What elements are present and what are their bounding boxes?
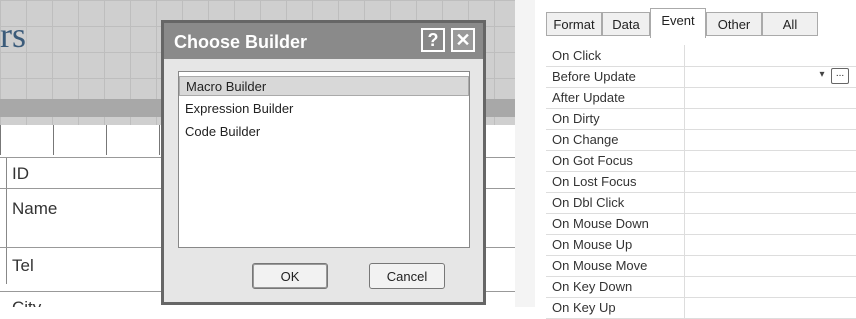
property-value[interactable] [684, 108, 856, 129]
property-value[interactable] [684, 45, 856, 66]
property-value[interactable] [684, 234, 856, 255]
row-on-key-down[interactable]: On Key Down [546, 276, 856, 298]
form-header-title[interactable]: rs [0, 14, 26, 56]
row-on-got-focus[interactable]: On Got Focus [546, 150, 856, 172]
property-value[interactable] [684, 171, 856, 192]
property-label: After Update [552, 90, 625, 105]
builder-item-code[interactable]: Code Builder [183, 122, 471, 142]
property-tabs: Format Data Event Other All [546, 8, 856, 38]
field-edge [6, 248, 7, 284]
row-on-mouse-down[interactable]: On Mouse Down [546, 213, 856, 235]
builder-ellipsis-button[interactable]: ... [831, 68, 849, 84]
property-label: On Key Up [552, 300, 616, 315]
property-label: On Dbl Click [552, 195, 625, 210]
property-sheet: Format Data Event Other All On Click Bef… [536, 0, 856, 319]
dialog-titlebar[interactable]: Choose Builder ? ✕ [164, 23, 483, 59]
property-label: On Mouse Up [552, 237, 633, 252]
field-edge [6, 158, 7, 188]
chevron-down-icon[interactable]: ▾ [816, 68, 828, 82]
ok-button[interactable]: OK [252, 263, 328, 289]
property-label: On Click [552, 48, 602, 63]
close-icon[interactable]: ✕ [451, 28, 475, 52]
help-icon[interactable]: ? [421, 28, 445, 52]
row-on-mouse-up[interactable]: On Mouse Up [546, 234, 856, 256]
field-label-tel[interactable]: Tel [12, 256, 34, 276]
row-on-mouse-move[interactable]: On Mouse Move [546, 255, 856, 277]
property-label: Before Update [552, 69, 636, 84]
property-value[interactable] [684, 297, 856, 318]
tab-format[interactable]: Format [546, 12, 602, 36]
property-label: On Mouse Down [552, 216, 649, 231]
field-label-name[interactable]: Name [12, 199, 57, 219]
property-label: On Lost Focus [552, 174, 637, 189]
row-on-lost-focus[interactable]: On Lost Focus [546, 171, 856, 193]
builder-list[interactable]: Macro Builder Expression Builder Code Bu… [178, 71, 470, 248]
property-label: On Mouse Move [552, 258, 648, 273]
row-on-dbl-click[interactable]: On Dbl Click [546, 192, 856, 214]
row-on-click[interactable]: On Click [546, 45, 856, 67]
row-after-update[interactable]: After Update [546, 87, 856, 109]
property-value[interactable] [684, 213, 856, 234]
builder-item-expression[interactable]: Expression Builder [183, 99, 471, 119]
field-label-city[interactable]: City [12, 298, 41, 307]
field-label-id[interactable]: ID [12, 164, 29, 184]
property-label: On Change [552, 132, 619, 147]
row-on-dirty[interactable]: On Dirty [546, 108, 856, 130]
tab-event[interactable]: Event [650, 8, 706, 38]
dialog-title: Choose Builder [174, 32, 308, 52]
row-on-key-up[interactable]: On Key Up [546, 297, 856, 319]
tab-other[interactable]: Other [706, 12, 762, 36]
property-value[interactable] [684, 192, 856, 213]
property-label: On Dirty [552, 111, 600, 126]
property-value[interactable] [684, 129, 856, 150]
pane-splitter[interactable] [515, 0, 535, 307]
row-before-update[interactable]: Before Update ▾... [546, 66, 856, 88]
property-value[interactable] [684, 87, 856, 108]
field-edge [6, 189, 7, 247]
property-label: On Got Focus [552, 153, 633, 168]
tab-data[interactable]: Data [602, 12, 650, 36]
tab-all[interactable]: All [762, 12, 818, 36]
row-on-change[interactable]: On Change [546, 129, 856, 151]
property-value[interactable] [684, 276, 856, 297]
cancel-button[interactable]: Cancel [369, 263, 445, 289]
property-value[interactable] [684, 150, 856, 171]
builder-item-macro[interactable]: Macro Builder [179, 76, 469, 96]
property-label: On Key Down [552, 279, 633, 294]
property-value[interactable] [684, 255, 856, 276]
choose-builder-dialog: Choose Builder ? ✕ Macro Builder Express… [161, 20, 486, 305]
